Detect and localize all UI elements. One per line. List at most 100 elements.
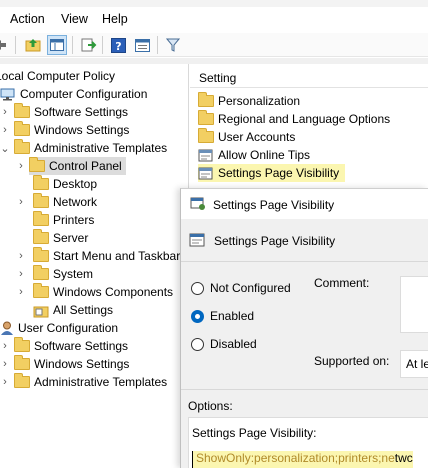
toolbar-separator	[72, 36, 73, 54]
option-value-highlight: ShowOnly:personalization;printers;ne	[196, 451, 395, 465]
settings-page-visibility-input[interactable]: ShowOnly:personalization;printers;netwc	[192, 451, 413, 468]
list-item-user-accounts[interactable]: User Accounts	[198, 128, 295, 146]
settings-list-pane: Setting Personalization Regional and Lan…	[190, 64, 428, 188]
radio-not-configured[interactable]: Not Configured	[191, 281, 291, 295]
tree-pane: Local Computer Policy Computer Configura…	[0, 64, 189, 468]
tree-item-label: Software Settings	[34, 105, 129, 119]
tree-item-label: User Configuration	[18, 321, 119, 335]
radio-circle[interactable]	[191, 281, 204, 295]
chevron-right-icon[interactable]: ›	[16, 196, 26, 208]
radio-label: Disabled	[210, 337, 257, 351]
policy-setting-icon	[198, 149, 214, 162]
supported-on-label: Supported on:	[314, 354, 390, 368]
tree-item-label: Windows Components	[53, 285, 174, 299]
list-item-regional-language[interactable]: Regional and Language Options	[198, 110, 390, 128]
menu-action[interactable]: Action	[10, 12, 45, 26]
policy-setting-icon	[190, 196, 206, 214]
column-header-label: Setting	[199, 71, 237, 85]
tree-item-local-computer-policy[interactable]: Local Computer Policy	[0, 67, 115, 85]
policy-setting-icon	[198, 167, 214, 180]
folder-icon	[198, 128, 214, 143]
radio-disabled[interactable]: Disabled	[191, 337, 257, 351]
folder-icon	[33, 211, 49, 226]
tree-item-user-configuration[interactable]: User Configuration	[0, 319, 118, 337]
list-item-label: Allow Online Tips	[218, 148, 311, 162]
radio-circle-checked[interactable]	[191, 309, 204, 323]
folder-icon	[14, 103, 30, 118]
list-item-settings-page-visibility[interactable]: Settings Page Visibility	[198, 164, 346, 182]
show-hide-tree-icon[interactable]	[47, 35, 67, 55]
tree-item-label: Network	[53, 195, 98, 209]
dialog-title: Settings Page Visibility	[213, 198, 335, 212]
dialog-subtitle-row: Settings Page Visibility	[189, 233, 335, 248]
tree-item-start-menu[interactable]: Start Menu and Taskbar	[33, 247, 180, 265]
tree-item-printers[interactable]: Printers	[33, 211, 94, 229]
tree-item-windows-components[interactable]: Windows Components	[33, 283, 173, 301]
tree-item-all-settings[interactable]: All Settings	[33, 301, 113, 319]
list-item-label: User Accounts	[218, 130, 296, 144]
options-panel: Settings Page Visibility: ShowOnly:perso…	[188, 417, 428, 468]
tree-item-label: Windows Settings	[34, 123, 130, 137]
chevron-right-icon[interactable]: ›	[0, 106, 10, 118]
options-label: Options:	[188, 399, 233, 413]
column-header-setting[interactable]: Setting	[190, 64, 428, 88]
folder-icon	[14, 139, 30, 154]
chevron-down-icon[interactable]: ⌄	[0, 142, 10, 155]
chevron-right-icon[interactable]: ›	[16, 268, 26, 280]
tree-item-label: Windows Settings	[34, 357, 130, 371]
list-item-personalization[interactable]: Personalization	[198, 92, 300, 110]
supported-on-field: At le	[400, 350, 428, 378]
tree-item-cc-software-settings[interactable]: › Software Settings	[0, 103, 128, 121]
comment-label: Comment:	[314, 276, 370, 290]
folder-icon	[33, 229, 49, 244]
menu-help[interactable]: Help	[102, 12, 128, 26]
export-list-icon[interactable]	[79, 35, 99, 55]
divider	[181, 261, 428, 262]
up-folder-icon[interactable]	[23, 35, 43, 55]
chevron-right-icon[interactable]: ›	[0, 376, 10, 388]
dialog-title-bar: Settings Page Visibility	[181, 189, 428, 219]
tree-item-label: Server	[53, 231, 89, 245]
tree-item-label: Administrative Templates	[34, 375, 168, 389]
back-arrow-icon[interactable]	[0, 35, 12, 55]
help-icon[interactable]: ?	[108, 35, 128, 55]
radio-enabled[interactable]: Enabled	[191, 309, 254, 323]
comment-textarea[interactable]	[400, 276, 428, 333]
tree-item-desktop[interactable]: Desktop	[33, 175, 97, 193]
radio-circle[interactable]	[191, 337, 204, 351]
list-item-label: Regional and Language Options	[218, 112, 391, 126]
supported-on-value: At le	[406, 357, 428, 371]
filter-icon[interactable]	[163, 35, 183, 55]
tree-item-network[interactable]: Network	[33, 193, 97, 211]
tree-item-label: Local Computer Policy	[0, 69, 116, 83]
chevron-right-icon[interactable]: ›	[16, 250, 26, 262]
option-value-rest: twc	[394, 451, 413, 465]
divider	[181, 389, 428, 390]
tree-item-uc-administrative-templates[interactable]: › Administrative Templates	[0, 373, 167, 391]
tree-item-server[interactable]: Server	[33, 229, 88, 247]
chevron-right-icon[interactable]: ›	[0, 358, 10, 370]
tree-item-label: Control Panel	[49, 159, 122, 173]
tree-item-system[interactable]: System	[33, 265, 93, 283]
tree-item-uc-windows-settings[interactable]: › Windows Settings	[0, 355, 129, 373]
list-item-allow-online-tips[interactable]: Allow Online Tips	[198, 146, 310, 164]
user-icon	[0, 321, 14, 335]
chevron-right-icon[interactable]: ›	[0, 340, 10, 352]
tree-item-label: Software Settings	[34, 339, 129, 353]
tree-item-control-panel[interactable]: Control Panel	[29, 157, 126, 175]
tree-item-uc-software-settings[interactable]: › Software Settings	[0, 337, 128, 355]
properties-icon[interactable]	[132, 35, 152, 55]
svg-text:?: ?	[115, 40, 121, 53]
toolbar-separator	[15, 36, 16, 54]
tree-item-cc-administrative-templates[interactable]: ⌄ Administrative Templates	[0, 139, 167, 157]
tree-item-computer-configuration[interactable]: Computer Configuration	[0, 85, 147, 103]
dialog-subtitle: Settings Page Visibility	[214, 233, 336, 248]
tree-item-cc-windows-settings[interactable]: › Windows Settings	[0, 121, 129, 139]
chevron-right-icon[interactable]: ›	[0, 124, 10, 136]
chevron-right-icon[interactable]: ›	[16, 160, 26, 172]
menu-view[interactable]: View	[61, 12, 88, 26]
folder-icon	[14, 373, 30, 388]
folder-icon	[198, 110, 214, 125]
chevron-right-icon[interactable]: ›	[16, 286, 26, 298]
policy-dialog: Settings Page Visibility Settings Page V…	[180, 188, 428, 468]
